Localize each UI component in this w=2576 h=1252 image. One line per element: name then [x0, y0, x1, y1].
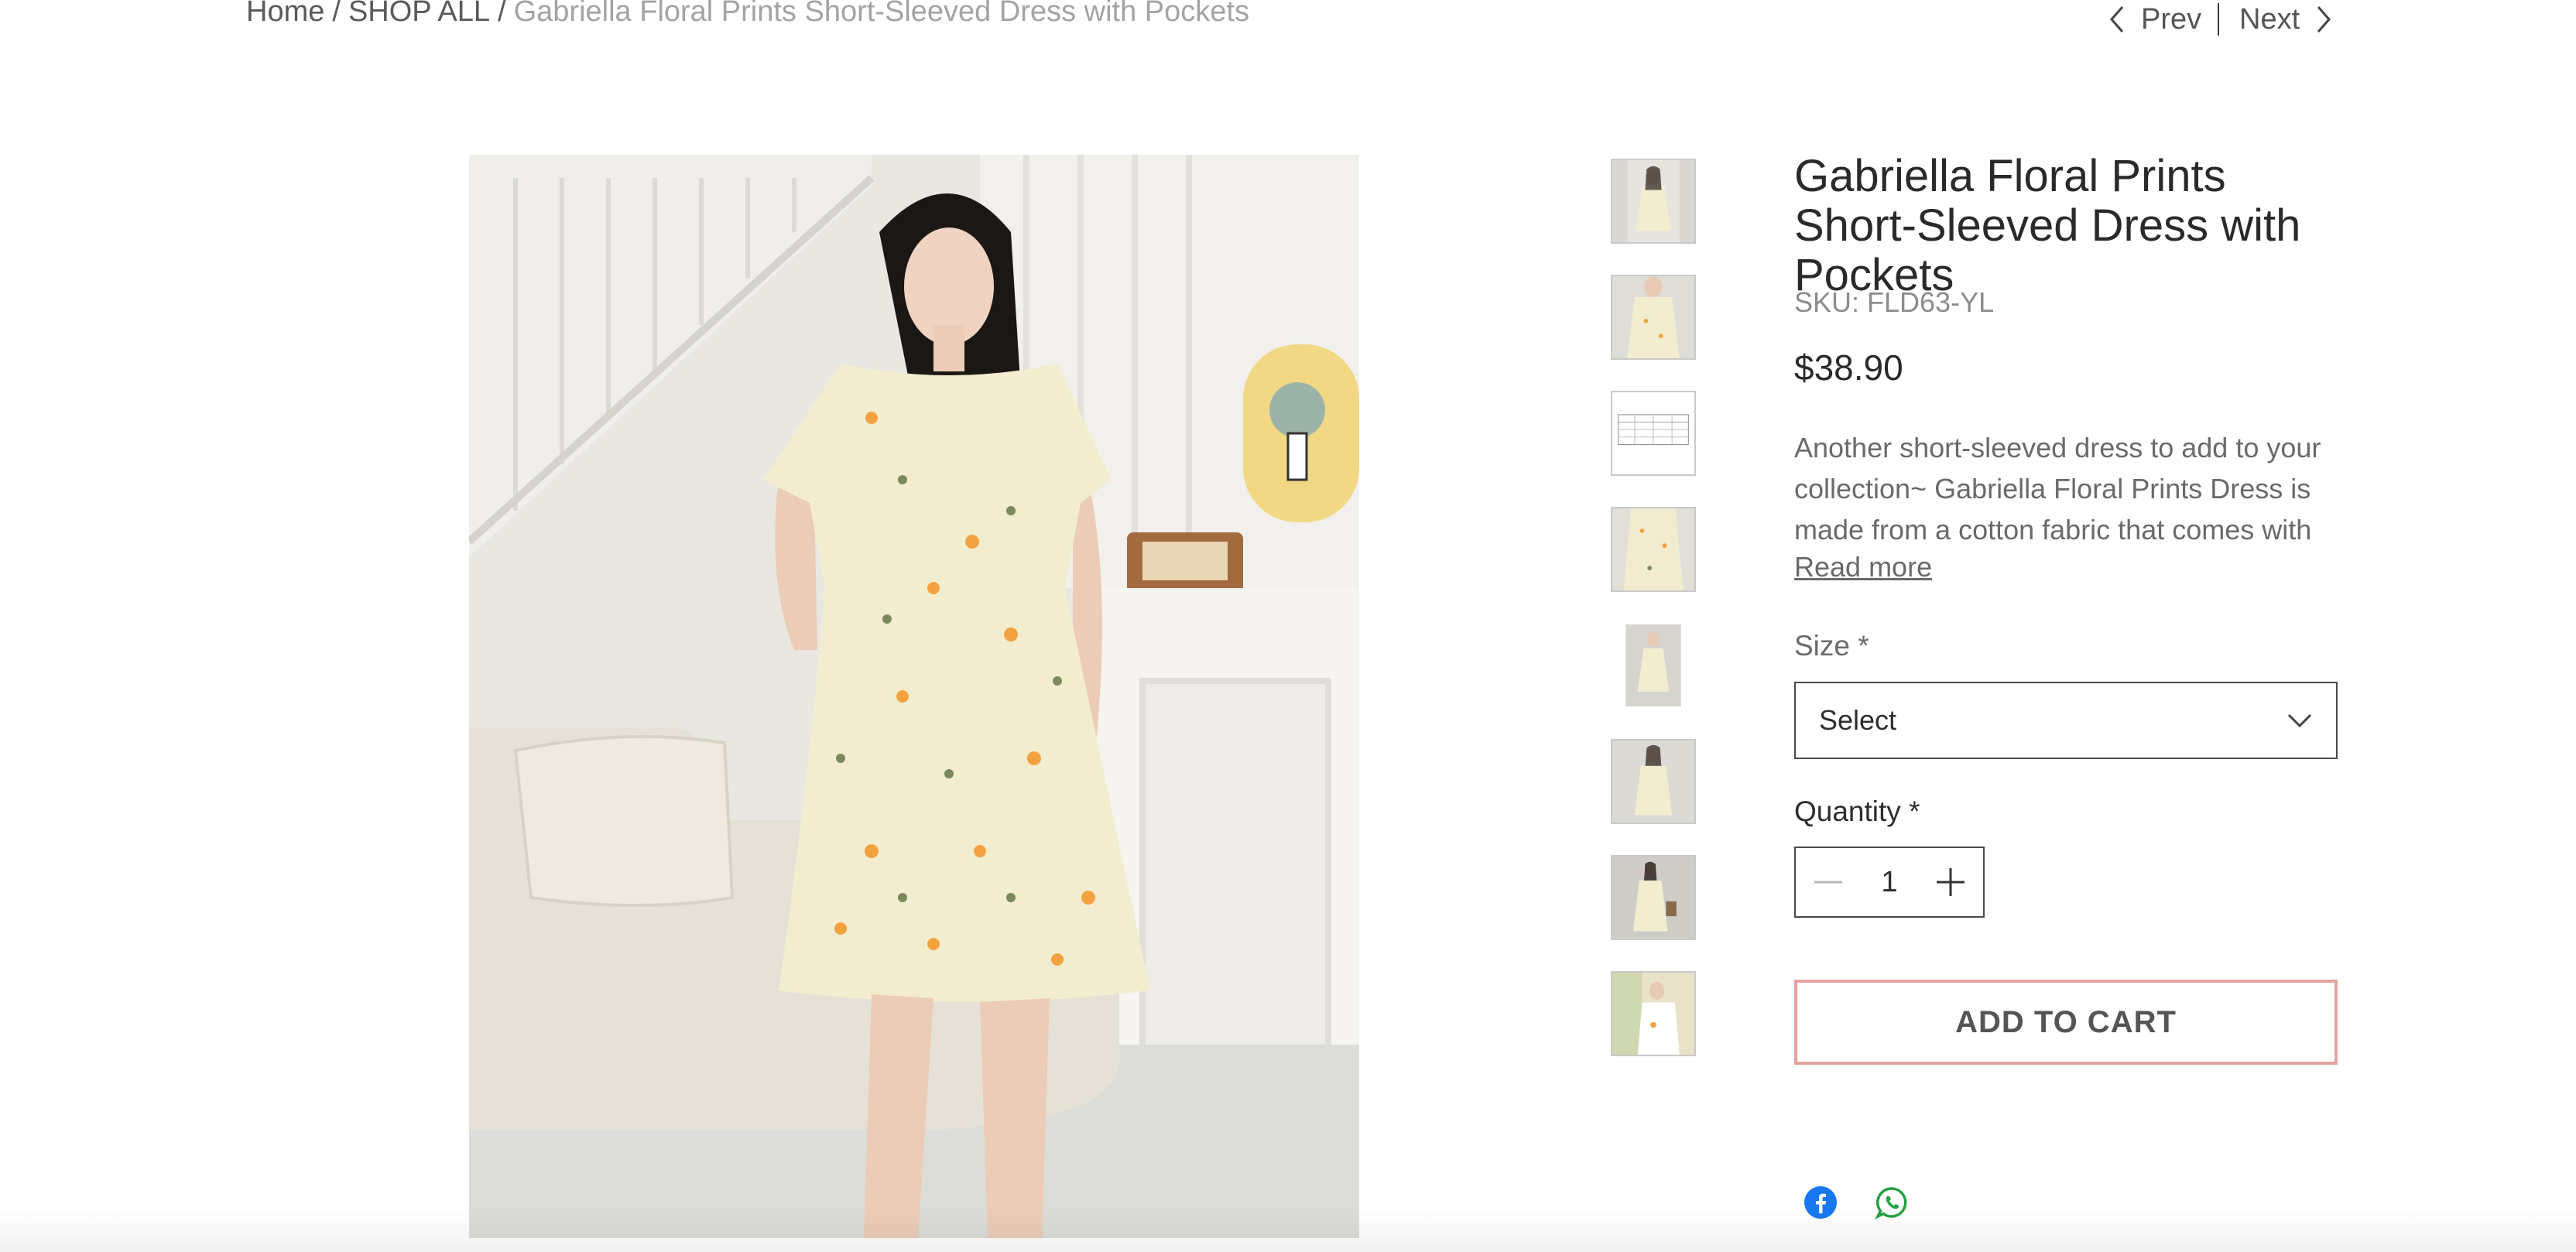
prev-link[interactable]: Prev [2107, 0, 2201, 39]
thumbnail[interactable] [1611, 507, 1696, 592]
pager-divider [2218, 3, 2219, 36]
breadcrumb-current: Gabriella Floral Prints Short-Sleeved Dr… [513, 0, 1249, 28]
prev-label: Prev [2141, 2, 2202, 36]
plus-icon [1936, 868, 1965, 896]
thumbnail[interactable] [1611, 159, 1696, 244]
whatsapp-icon [1875, 1187, 1907, 1220]
thumbnail[interactable] [1611, 391, 1696, 476]
quantity-value[interactable]: 1 [1881, 866, 1897, 899]
next-label: Next [2239, 2, 2300, 36]
product-main-image[interactable] [469, 155, 1359, 1238]
add-to-cart-button[interactable]: ADD TO CART [1794, 980, 2338, 1065]
product-description: Another short-sleeved dress to add to yo… [1794, 432, 2321, 546]
quantity-increase-button[interactable] [1935, 867, 1966, 898]
facebook-share-button[interactable] [1804, 1185, 1838, 1220]
facebook-icon [1804, 1186, 1837, 1219]
whatsapp-share-button[interactable] [1875, 1185, 1909, 1220]
breadcrumb-home[interactable]: Home [246, 0, 324, 28]
product-price: $38.90 [1794, 347, 1903, 388]
thumbnail[interactable] [1611, 623, 1696, 708]
size-label: Size * [1794, 630, 1869, 662]
product-title: Gabriella Floral Prints Short-Sleeved Dr… [1794, 151, 2301, 300]
product-sku: SKU: FLD63-YL [1794, 286, 1995, 318]
breadcrumb: Home / SHOP ALL / Gabriella Floral Prints Sh… [246, 0, 1249, 29]
size-dropdown[interactable]: Select [1794, 682, 2338, 759]
next-link[interactable]: Next [2239, 0, 2334, 39]
add-to-cart-label: ADD TO CART [1955, 1004, 2177, 1039]
chevron-right-icon [2317, 6, 2331, 32]
thumbnail[interactable] [1611, 855, 1696, 940]
thumbnail[interactable] [1611, 275, 1696, 360]
read-more-link[interactable]: Read more [1794, 551, 1932, 583]
quantity-stepper: 1 [1794, 847, 1985, 918]
chevron-left-icon [2110, 6, 2124, 32]
minus-icon [1814, 881, 1842, 884]
breadcrumb-separator: / [498, 0, 506, 28]
thumbnail[interactable] [1611, 739, 1696, 824]
thumbnail[interactable] [1611, 971, 1696, 1056]
quantity-label: Quantity * [1794, 795, 1920, 827]
quantity-decrease-button[interactable] [1813, 867, 1844, 898]
chevron-down-icon [2287, 713, 2312, 728]
size-dropdown-value: Select [1819, 704, 1897, 736]
breadcrumb-separator: / [332, 0, 341, 28]
breadcrumb-shop-all[interactable]: SHOP ALL [348, 0, 490, 28]
